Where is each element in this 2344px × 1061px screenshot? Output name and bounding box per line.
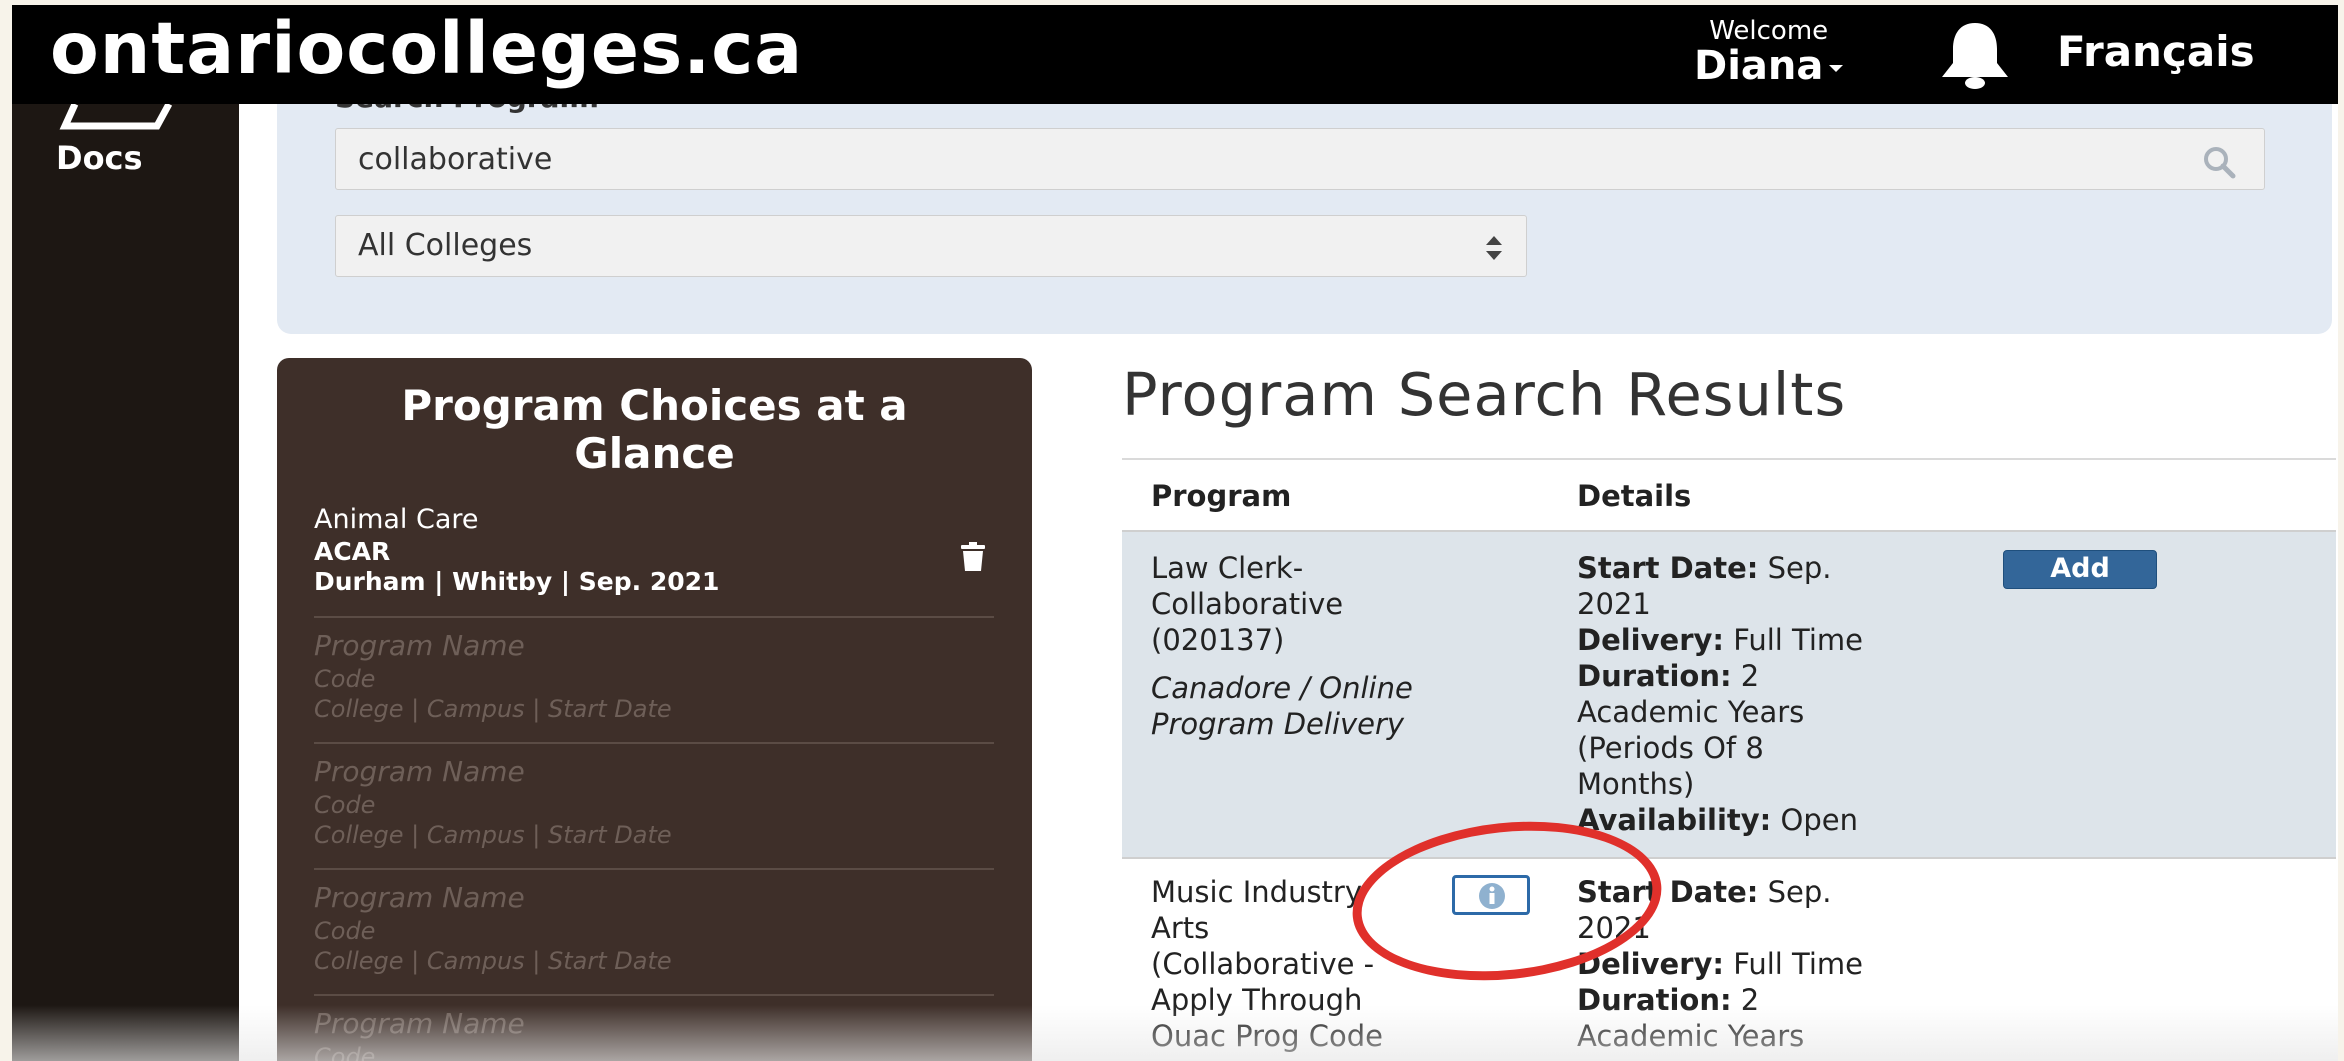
choice-name: Animal Care	[314, 504, 479, 535]
choice-code: Code	[314, 917, 376, 945]
welcome-label: Welcome	[1709, 16, 1829, 46]
folder-icon[interactable]	[57, 104, 177, 136]
program-name[interactable]: Music Industry Arts (Collaborative - App…	[1151, 874, 1383, 1054]
college-select[interactable]: All Colleges	[335, 215, 1527, 277]
user-menu[interactable]: Welcome Diana	[1694, 16, 1844, 87]
app-frame: Docs Search Program: All Colleges ontari…	[12, 5, 2338, 1061]
choices-title: Program Choices at a Glance	[401, 381, 908, 478]
language-toggle[interactable]: Français	[2057, 27, 2255, 76]
choice-code: Code	[314, 791, 376, 819]
choice-divider	[314, 994, 994, 996]
choice-divider	[314, 616, 994, 618]
choice-code: ACAR	[314, 537, 391, 566]
col-header-details: Details	[1577, 479, 1692, 513]
top-bar: ontariocolleges.ca Welcome Diana Françai…	[12, 5, 2338, 104]
choice-name: Program Name	[314, 629, 525, 662]
choice-code: Code	[314, 665, 376, 693]
choice-meta: College | Campus | Start Date	[314, 947, 672, 975]
choice-item[interactable]: Program Name Code College | Campus | Sta…	[314, 754, 994, 850]
choice-meta: College | Campus | Start Date	[314, 821, 672, 849]
search-panel: Search Program: All Colleges	[277, 65, 2332, 334]
caret-down-icon	[1829, 64, 1844, 72]
choice-divider	[314, 742, 994, 744]
choice-item[interactable]: Program Name Code College | Campus | Sta…	[314, 628, 994, 724]
program-college: Canadore / Online Program Delivery	[1151, 671, 1413, 741]
search-field[interactable]	[335, 128, 2265, 190]
add-program-button[interactable]: Add	[2003, 550, 2157, 589]
row-divider	[1122, 857, 2336, 859]
search-icon[interactable]	[2202, 145, 2236, 179]
choice-name: Program Name	[314, 755, 525, 788]
choice-item[interactable]: Program Name Code	[314, 1006, 994, 1061]
sort-updown-icon	[1486, 236, 1502, 260]
choice-item[interactable]: Animal Care ACAR Durham | Whitby | Sep. …	[314, 503, 994, 597]
program-name[interactable]: Law Clerk- Collaborative (020137)	[1151, 550, 1343, 658]
user-name[interactable]: Diana	[1694, 45, 1844, 87]
bell-icon[interactable]	[1930, 19, 2020, 93]
results-title: Program Search Results	[1122, 360, 1847, 429]
choice-meta: Durham | Whitby | Sep. 2021	[314, 567, 720, 596]
program-details: Start Date: Sep. 2021 Delivery: Full Tim…	[1577, 551, 1863, 837]
program-choices-panel: Program Choices at a Glance Animal Care …	[277, 358, 1032, 1061]
nav-docs[interactable]: Docs	[56, 139, 143, 177]
choice-divider	[314, 868, 994, 870]
col-header-program: Program	[1151, 479, 1292, 513]
site-logo[interactable]: ontariocolleges.ca	[50, 7, 803, 90]
choice-name: Program Name	[314, 881, 525, 914]
search-input[interactable]	[358, 129, 2178, 189]
choice-code: Code	[314, 1043, 376, 1061]
choice-item[interactable]: Program Name Code College | Campus | Sta…	[314, 880, 994, 976]
trash-icon[interactable]	[957, 541, 989, 573]
left-nav: Docs	[12, 104, 239, 1061]
college-select-value: All Colleges	[358, 228, 533, 263]
choice-meta: College | Campus | Start Date	[314, 695, 672, 723]
choice-name: Program Name	[314, 1007, 525, 1040]
results-divider	[1122, 458, 2336, 460]
